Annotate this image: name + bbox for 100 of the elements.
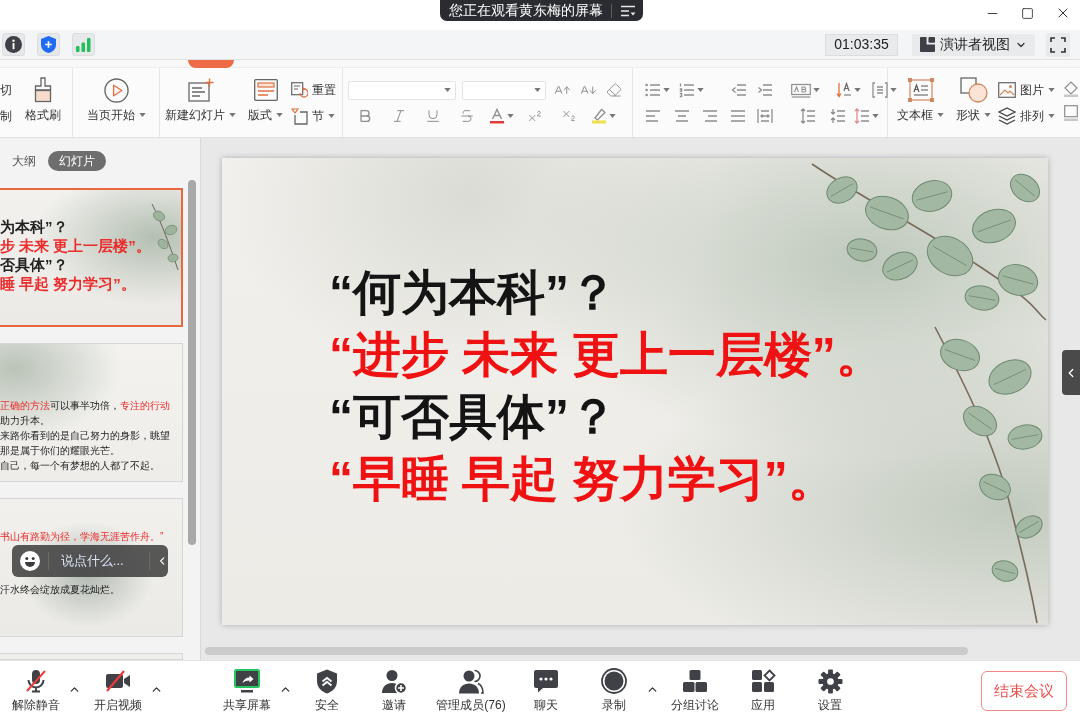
indent-icon[interactable] [757,82,773,98]
image-icon [998,82,1016,98]
menu-icon[interactable] [620,4,636,17]
paint-bucket-icon[interactable] [1064,81,1078,97]
scrollbar-thumb[interactable] [188,180,196,545]
screen-share-icon [234,669,260,693]
chat-input-field[interactable]: 说点什么... [60,551,145,571]
maximize-icon[interactable] [1021,6,1034,20]
thumbnail-text: 否具体”？ [0,256,68,273]
chat-button[interactable]: 聊天 [516,661,576,712]
thumbnail-text: 为本科”？ [0,218,68,235]
align-left-icon[interactable] [645,108,661,124]
people-icon [458,668,484,694]
breakout-rooms-button[interactable]: 分组讨论 [665,661,725,712]
panel-tab[interactable]: 大纲 [2,151,46,171]
format-painter-button[interactable]: 格式刷 [22,68,64,122]
align-right-icon[interactable] [702,108,718,124]
smiley-icon[interactable] [20,551,40,571]
font-color-icon[interactable] [488,108,505,124]
outdent-icon[interactable] [731,82,747,98]
justify-icon[interactable] [730,108,746,124]
record-button[interactable]: 录制 [584,661,644,712]
thumbnail-text: 汗水终会绽放成夏花灿烂。 [0,583,120,597]
eraser-icon[interactable] [606,82,622,98]
end-meeting-button[interactable]: 结束会议 [981,671,1067,711]
caret-icon [663,88,670,92]
thumbnail-text: 那是属于你们的耀眼光芒。 [0,444,120,458]
security-button[interactable]: 安全 [297,661,357,712]
superscript-icon[interactable] [527,108,543,124]
add-person-icon [381,668,407,694]
underline-icon[interactable] [425,108,441,124]
thumbnail-text: 自己，每一个有梦想的人都了不起。 [0,459,160,473]
layout-view-icon[interactable] [920,37,935,52]
panel-tab[interactable]: 幻灯片 [48,151,106,171]
spacing-icon[interactable] [872,82,888,98]
caret-icon [534,88,541,92]
slide-text: “早睡 早起 努力学习”。 [329,451,836,507]
chat-box[interactable]: 说点什么... [12,545,168,577]
slide-thumbnail[interactable]: 为本科”？ 步 未来 更上一层楼”。 否具体”？ 睡 早起 努力学习”。 [0,188,183,327]
section-icon [291,107,308,125]
text-box-icon[interactable] [907,78,934,102]
thumbnail-text: 正确的方法可以事半功倍，专注的行动 [0,399,170,413]
arrange-button[interactable]: 排列 [998,105,1055,127]
reset-icon [291,81,308,99]
caret-icon [608,114,616,118]
thumbnail-text: 步 未来 更上一层楼”。 [0,237,151,254]
highlighter-icon[interactable] [590,108,607,124]
cut-button[interactable]: 切 [0,79,12,101]
picture-button[interactable]: 图片 [998,79,1055,101]
outline-icon[interactable] [1064,105,1078,121]
collapse-handle[interactable] [1062,350,1080,395]
caret-icon [854,88,861,92]
layers-icon [998,107,1016,125]
numbered-list-icon[interactable] [679,82,695,98]
caret-icon [506,114,514,118]
microphone-button[interactable]: 解除静音 [6,661,66,712]
line-spacing-icon[interactable] [854,108,870,124]
invite-button[interactable]: 邀请 [364,661,424,712]
settings-button[interactable]: 设置 [800,661,860,712]
italic-icon[interactable] [391,108,407,124]
text-box-button[interactable]: 文本框 [894,68,947,137]
shapes-icon[interactable] [959,77,988,103]
caret-icon [813,88,820,92]
layout-button[interactable]: 版式 [245,68,286,122]
text-fit-icon[interactable] [791,82,811,98]
manage-members-button[interactable]: 管理成员(76) [431,661,511,712]
thumbnail-text: 来路你看到的是自己努力的身影，眺望 [0,429,170,443]
line-spacing-icon[interactable] [830,108,846,124]
strikethrough-icon[interactable] [459,108,475,124]
slide-plus-icon[interactable] [187,78,214,102]
copy-button[interactable]: 制 [0,105,12,127]
camera-button[interactable]: 开启视频 [88,661,148,712]
scrollbar-thumb[interactable] [205,647,968,655]
slide-thumbnail[interactable] [0,653,183,660]
tab-highlight [188,60,234,68]
apps-button[interactable]: 应用 [733,661,793,712]
slide-text: “进步 未来 更上一层楼”。 [329,327,884,383]
text-direction-icon[interactable] [836,82,852,98]
record-icon [601,668,627,694]
banner-text: 您正在观看黄东梅的屏幕 [449,1,603,20]
distribute-icon[interactable] [757,108,773,124]
line-spacing-icon[interactable] [800,108,816,124]
slide-text: “何为本科”？ [329,265,617,321]
new-slide-button[interactable]: 新建幻灯片 [162,68,239,137]
caret-icon [697,88,704,92]
subscript-icon[interactable] [561,108,577,124]
slide-thumbnail[interactable]: 正确的方法可以事半功倍，专注的行动 助力升本。 来路你看到的是自己努力的身影，眺望 那是属于你们的耀眼光芒。 自己，每一个有梦想的人都了不起。 [0,343,183,482]
reset-button[interactable]: 重置 [291,79,336,101]
bold-icon[interactable] [357,108,373,124]
shape-button[interactable]: 形状 [953,68,994,122]
bullet-list-icon[interactable] [645,82,661,98]
play-from-current-button[interactable]: 当页开始 [83,68,149,137]
layout-icon[interactable] [253,79,278,101]
view-menu-button[interactable]: 演讲者视图 [912,33,1035,56]
thumbnail-text: 睡 早起 努力学习”。 [0,275,136,292]
align-center-icon[interactable] [674,108,690,124]
section-button[interactable]: 节 [291,105,336,127]
paintbrush-icon[interactable] [33,77,53,103]
play-icon[interactable] [103,77,129,103]
share-screen-button[interactable]: 共享屏幕 [217,661,277,712]
